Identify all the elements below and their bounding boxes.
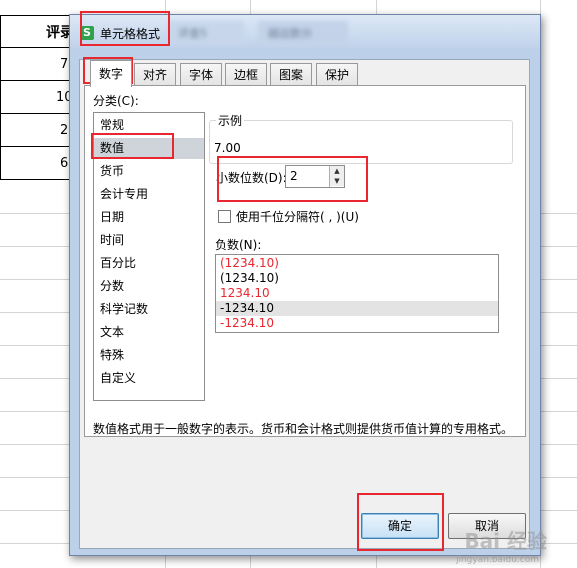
category-label: 分类(C): [93,94,139,108]
table-border [0,47,76,48]
blurred-background-header: 评查5 [168,21,244,43]
ok-button[interactable]: 确定 [361,513,439,539]
dialog-titlebar[interactable]: S 单元格格式 评查5 越远数分 [70,15,540,49]
category-item[interactable]: 百分比 [94,253,204,274]
sample-label: 示例 [216,112,245,129]
negative-option[interactable]: 1234.10 [216,286,498,301]
table-border [0,15,1,180]
negative-option[interactable]: (1234.10) [216,256,498,271]
table-border [0,80,76,81]
category-list[interactable]: 常规 数值 货币 会计专用 日期 时间 百分比 分数 科学记数 文本 特殊 自定… [93,112,205,401]
category-item[interactable]: 会计专用 [94,184,204,205]
decimal-places-input[interactable]: 2 [290,169,298,183]
category-item[interactable]: 文本 [94,322,204,343]
category-item[interactable]: 自定义 [94,368,204,389]
sheet-cell: 6 [60,156,69,171]
sheet-cell: 2 [60,123,69,138]
category-item[interactable]: 特殊 [94,345,204,366]
negative-option[interactable]: (1234.10) [216,271,498,286]
format-description: 数值格式用于一般数字的表示。货币和会计格式则提供货币值计算的专用格式。 [93,422,514,436]
decimal-places-label: 小数位数(D): [216,171,287,185]
tab-number[interactable]: 数字 [90,60,132,87]
tab-protection[interactable]: 保护 [316,63,358,86]
stepper-down-icon[interactable]: ▼ [330,176,344,186]
category-item[interactable]: 货币 [94,161,204,182]
wps-logo-icon: S [80,26,94,40]
category-item-selected[interactable]: 数值 [94,138,204,159]
tab-alignment[interactable]: 对齐 [134,63,176,86]
sheet-cell: 7 [60,57,69,72]
stepper-buttons: ▲ ▼ [329,166,344,187]
dialog-body: 数字 对齐 字体 边框 图案 保护 分类(C): 常规 数值 货币 会计专用 日… [79,59,530,549]
baidu-watermark-url: jingyan.baidu.com [455,555,539,565]
format-cells-dialog: S 单元格格式 评查5 越远数分 数字 对齐 字体 边框 图案 保护 分类(C)… [69,14,541,556]
tab-border[interactable]: 边框 [225,63,267,86]
category-item[interactable]: 常规 [94,115,204,136]
baidu-watermark: Bai 经验 [464,529,547,553]
table-border [0,179,76,180]
sample-group: 示例 7.00 [209,112,513,164]
table-border [0,146,76,147]
blurred-background-header: 越远数分 [258,21,348,43]
thousands-separator-label: 使用千位分隔符( , )(U) [236,210,359,224]
category-item[interactable]: 日期 [94,207,204,228]
category-item[interactable]: 时间 [94,230,204,251]
category-item[interactable]: 科学记数 [94,299,204,320]
negative-option[interactable]: -1234.10 [216,316,498,331]
thousands-separator-checkbox[interactable] [218,210,231,223]
decimal-places-stepper[interactable]: 2 ▲ ▼ [285,165,345,188]
negative-option-selected[interactable]: -1234.10 [216,301,498,316]
number-tab-panel: 分类(C): 常规 数值 货币 会计专用 日期 时间 百分比 分数 科学记数 文… [84,85,526,437]
negative-numbers-list[interactable]: (1234.10) (1234.10) 1234.10 -1234.10 -12… [215,254,499,333]
table-border [0,113,76,114]
sample-value: 7.00 [214,141,241,155]
negative-numbers-label: 负数(N): [215,238,262,252]
tab-font[interactable]: 字体 [180,63,222,86]
dialog-title: 单元格格式 [100,27,161,41]
table-border [0,15,76,16]
tab-pattern[interactable]: 图案 [270,63,312,86]
category-item[interactable]: 分数 [94,276,204,297]
